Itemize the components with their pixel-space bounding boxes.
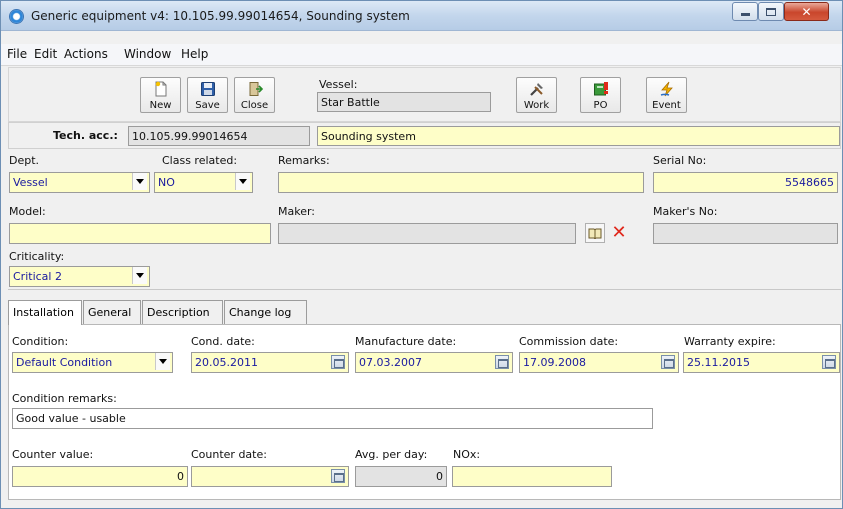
book-icon [588, 228, 602, 239]
nox-field[interactable] [452, 466, 612, 487]
new-button-label: New [149, 100, 172, 111]
condition-dropdown-arrow-icon[interactable] [155, 353, 170, 370]
condition-select[interactable]: Default Condition [12, 352, 173, 373]
vessel-label: Vessel: [319, 78, 358, 91]
criticality-select[interactable]: Critical 2 [9, 266, 150, 287]
tab-change-log[interactable]: Change log [224, 300, 307, 324]
condition-remarks-label: Condition remarks: [12, 392, 117, 405]
counter-value-field[interactable]: 0 [12, 466, 188, 487]
manufacture-date-field[interactable]: 07.03.2007 [355, 352, 513, 373]
equipment-name-field[interactable]: Sounding system [317, 126, 840, 146]
event-button-label: Event [652, 100, 681, 111]
remarks-label: Remarks: [278, 154, 330, 167]
equipment-window: Generic equipment v4: 10.105.99.99014654… [0, 0, 843, 509]
purchase-order-icon [593, 81, 609, 97]
menu-window[interactable]: Window [124, 47, 171, 61]
clear-icon: ✕ [611, 222, 627, 243]
cond-date-field[interactable]: 20.05.2011 [191, 352, 349, 373]
dept-select[interactable]: Vessel [9, 172, 150, 193]
maker-lookup-button[interactable] [585, 223, 605, 243]
minimize-icon [740, 13, 750, 16]
tech-acc-field: 10.105.99.99014654 [128, 126, 310, 146]
dept-label: Dept. [9, 154, 40, 167]
commission-date-field[interactable]: 17.09.2008 [519, 352, 679, 373]
makers-no-label: Maker's No: [653, 205, 718, 218]
maker-label: Maker: [278, 205, 316, 218]
maker-field [278, 223, 576, 244]
menu-file[interactable]: File [7, 47, 27, 61]
menu-help[interactable]: Help [181, 47, 208, 61]
window-title: Generic equipment v4: 10.105.99.99014654… [31, 9, 410, 23]
avg-per-day-field: 0 [355, 466, 447, 487]
clear-maker-button[interactable]: ✕ [609, 223, 629, 243]
model-label: Model: [9, 205, 46, 218]
tab-description[interactable]: Description [142, 300, 223, 324]
model-field[interactable] [9, 223, 271, 244]
toolbar: New Save Close Vessel: Star Battle Work [8, 67, 841, 122]
serial-no-field[interactable]: 5548665 [653, 172, 838, 193]
manufacture-date-label: Manufacture date: [355, 335, 457, 348]
installation-panel: Condition: Default Condition Cond. date:… [8, 324, 841, 500]
class-related-label: Class related: [162, 154, 238, 167]
class-related-dropdown-arrow-icon[interactable] [235, 173, 250, 190]
condition-label: Condition: [12, 335, 69, 348]
warranty-expire-calendar-icon[interactable] [822, 355, 836, 369]
event-button[interactable]: Event [646, 77, 687, 113]
cond-date-label: Cond. date: [191, 335, 255, 348]
counter-date-label: Counter date: [191, 448, 267, 461]
criticality-dropdown-arrow-icon[interactable] [132, 267, 147, 284]
serial-no-label: Serial No: [653, 154, 707, 167]
po-button-label: PO [593, 100, 608, 111]
counter-date-calendar-icon[interactable] [331, 469, 345, 483]
avg-per-day-label: Avg. per day: [355, 448, 428, 461]
counter-date-field[interactable] [191, 466, 349, 487]
exit-door-icon [247, 81, 263, 97]
cond-date-calendar-icon[interactable] [331, 355, 345, 369]
vessel-field: Star Battle [317, 92, 491, 112]
equipment-details: Dept. Vessel Class related: NO Remarks: … [8, 150, 841, 290]
criticality-label: Criticality: [9, 250, 65, 263]
menu-bar: File Edit Actions Window Help [1, 44, 842, 66]
title-bar[interactable]: Generic equipment v4: 10.105.99.99014654… [1, 1, 842, 31]
menu-edit[interactable]: Edit [34, 47, 57, 61]
condition-remarks-field[interactable]: Good value - usable [12, 408, 653, 429]
close-window-button[interactable]: ✕ [784, 2, 829, 21]
manufacture-date-calendar-icon[interactable] [495, 355, 509, 369]
close-icon: ✕ [801, 4, 812, 19]
menu-actions[interactable]: Actions [64, 47, 108, 61]
tab-installation[interactable]: Installation [8, 300, 82, 325]
nox-label: NOx: [453, 448, 481, 461]
warranty-expire-label: Warranty expire: [684, 335, 776, 348]
makers-no-field [653, 223, 838, 244]
app-icon [9, 9, 24, 24]
maximize-button[interactable] [758, 2, 784, 21]
dept-dropdown-arrow-icon[interactable] [132, 173, 147, 190]
save-button-label: Save [195, 100, 220, 111]
remarks-field[interactable] [278, 172, 644, 193]
tab-general[interactable]: General [83, 300, 141, 324]
tech-account-bar: Tech. acc.: 10.105.99.99014654 Sounding … [8, 122, 841, 149]
counter-value-label: Counter value: [12, 448, 94, 461]
tools-icon [529, 81, 545, 97]
minimize-button[interactable] [732, 2, 758, 21]
tech-acc-label: Tech. acc.: [53, 129, 118, 142]
close-button-label: Close [240, 100, 269, 111]
maximize-icon [766, 7, 776, 16]
commission-date-calendar-icon[interactable] [661, 355, 675, 369]
new-button[interactable]: New [140, 77, 181, 113]
work-button-label: Work [523, 100, 550, 111]
work-button[interactable]: Work [516, 77, 557, 113]
lightning-event-icon [659, 81, 675, 97]
commission-date-label: Commission date: [519, 335, 619, 348]
save-icon [200, 81, 216, 97]
new-document-icon [153, 81, 169, 97]
save-button[interactable]: Save [187, 77, 228, 113]
warranty-expire-field[interactable]: 25.11.2015 [683, 352, 840, 373]
close-button[interactable]: Close [234, 77, 275, 113]
po-button[interactable]: PO [580, 77, 621, 113]
